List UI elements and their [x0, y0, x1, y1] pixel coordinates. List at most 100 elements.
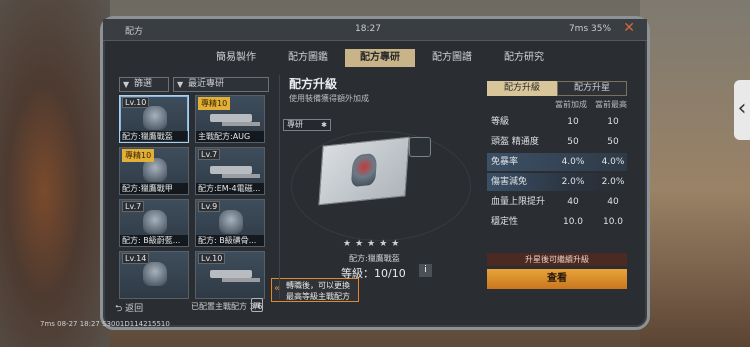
- card-name: 配方:EM-4電磁...: [196, 183, 264, 194]
- tab-recipe-atlas[interactable]: 配方圖譜: [417, 49, 487, 67]
- back-label: 返回: [125, 304, 144, 314]
- filter-label: 篩選: [134, 79, 153, 89]
- stat-label: 穩定性: [491, 217, 519, 227]
- stat-row: 等級 10 10: [487, 113, 627, 131]
- card-level-badge: Lv.7: [122, 201, 145, 212]
- world-background-left: [0, 0, 110, 347]
- recipe-card[interactable]: Lv.7 配方:EM-4電磁...: [195, 147, 265, 195]
- stat-row: 血量上限提升 40 40: [487, 193, 627, 211]
- recipe-card[interactable]: 專精10 配方:獵鷹戰甲: [119, 147, 189, 195]
- stat-max: 4.0%: [601, 157, 625, 167]
- stat-label: 等級: [491, 117, 510, 127]
- tab-simple-craft[interactable]: 簡易製作: [201, 49, 271, 67]
- recipe-card[interactable]: Lv.7 配方: B級蔚藍...: [119, 199, 189, 247]
- armor-icon: [219, 210, 243, 234]
- chevron-down-icon: ▼: [177, 80, 184, 89]
- col-max-header: 當前最高: [595, 100, 627, 109]
- sort-dropdown[interactable]: ▼ 最近專研: [173, 77, 269, 92]
- card-name: 主戰配方:AUG: [196, 131, 264, 142]
- tab-recipe-catalog[interactable]: 配方圖鑑: [273, 49, 343, 67]
- recipe-card[interactable]: Lv.14: [119, 251, 189, 299]
- view-button[interactable]: 查看: [487, 269, 627, 289]
- stat-current: 50: [567, 137, 579, 147]
- item-name: 配方:獵鷹戰盔: [349, 254, 400, 263]
- stat-max: 10.0: [602, 217, 624, 227]
- card-level-badge: 專精10: [122, 149, 155, 162]
- card-level-badge: Lv.10: [122, 97, 150, 108]
- sort-label: 最近專研: [188, 79, 225, 89]
- right-tabs: 配方升級 配方升星: [487, 81, 627, 96]
- status-bar: 配方 18:27 7ms 35% ✕: [103, 19, 647, 41]
- card-name: 配方:獵鷹戰盔: [120, 131, 188, 142]
- card-name: 配方: B級蔚藍...: [120, 235, 188, 246]
- rifle-icon: [210, 114, 252, 122]
- footer-info: 7ms 08-27 18:27 S3001D114215510: [40, 320, 170, 328]
- status-clock: 18:27: [355, 24, 381, 34]
- recipe-card[interactable]: Lv.10 配方:獵鷹戰盔: [119, 95, 189, 143]
- stat-current: 10: [567, 117, 579, 127]
- card-name: 配方: B級磺骨...: [196, 235, 264, 246]
- recipe-card[interactable]: 專精10 主戰配方:AUG: [195, 95, 265, 143]
- col-current-header: 當前加成: [555, 100, 587, 109]
- stat-label: 血量上限提升: [491, 197, 546, 207]
- divider: [279, 75, 280, 299]
- stat-max: 2.0%: [601, 177, 625, 187]
- stat-row: 頭盔 精通度 50 50: [487, 133, 627, 151]
- rifle-icon: [210, 270, 252, 278]
- stat-label: 免暴率: [491, 157, 519, 167]
- world-background-right: [640, 0, 750, 347]
- card-level-badge: Lv.7: [198, 149, 221, 160]
- research-slot[interactable]: 專研 ✱: [283, 119, 331, 131]
- stat-current: 10.0: [562, 217, 584, 227]
- star-rating: ★★★★★: [343, 239, 404, 249]
- stat-current: 40: [567, 197, 579, 207]
- filter-dropdown[interactable]: ▼ 篩選: [119, 77, 169, 92]
- armor-plate-icon[interactable]: [409, 137, 431, 157]
- card-name: 配方:獵鷹戰甲: [120, 183, 188, 194]
- upgrade-title: 配方升級: [289, 77, 338, 91]
- main-tabs: 簡易製作 配方圖鑑 配方專研 配方圖譜 配方研究: [201, 49, 561, 67]
- level-readout: 等級：10/10: [341, 267, 406, 280]
- tab-recipe-study[interactable]: 配方研究: [489, 49, 559, 67]
- card-level-badge: 專精10: [198, 97, 231, 110]
- armor-icon: [143, 262, 167, 286]
- stat-row: 免暴率 4.0% 4.0%: [487, 153, 627, 171]
- info-icon[interactable]: i: [419, 264, 432, 277]
- stat-row: 穩定性 10.0 10.0: [487, 213, 627, 231]
- helmet-icon: [350, 152, 378, 188]
- tip-line-2: 最高等級主戰配方: [286, 292, 350, 301]
- card-level-badge: Lv.9: [198, 201, 221, 212]
- stat-current: 4.0%: [561, 157, 585, 167]
- recipe-card[interactable]: Lv.9 配方: B級磺骨...: [195, 199, 265, 247]
- tip-line-1: 轉職後，可以更換: [286, 281, 350, 290]
- close-icon[interactable]: ✕: [623, 20, 635, 36]
- lock-icon[interactable]: ▤: [251, 298, 263, 312]
- asterisk-icon: ✱: [321, 121, 327, 129]
- helmet-icon: [143, 106, 167, 130]
- recipe-grid: Lv.10 配方:獵鷹戰盔 專精10 主戰配方:AUG 專精10 配方:獵鷹戰甲…: [119, 95, 269, 299]
- back-button[interactable]: ⮌ 返回: [115, 301, 143, 317]
- card-level-badge: Lv.10: [198, 253, 226, 264]
- back-arrow-icon: ⮌: [115, 304, 126, 314]
- tab-recipe-upgrade[interactable]: 配方升級: [487, 81, 557, 96]
- tab-recipe-star[interactable]: 配方升星: [557, 81, 627, 96]
- armor-icon: [143, 210, 167, 234]
- blueprint-image: [318, 136, 410, 206]
- card-level-badge: Lv.14: [122, 253, 150, 264]
- rifle-icon: [210, 166, 252, 174]
- stat-label: 頭盔 精通度: [491, 137, 539, 147]
- recipe-card[interactable]: Lv.10: [195, 251, 265, 299]
- stat-max: 40: [607, 197, 619, 207]
- stat-current: 2.0%: [561, 177, 585, 187]
- recipe-window: 配方 18:27 7ms 35% ✕ 簡易製作 配方圖鑑 配方專研 配方圖譜 配…: [100, 16, 650, 330]
- upgrade-hint: 升星後可繼續升級: [487, 253, 627, 266]
- stat-label: 傷害減免: [491, 177, 528, 187]
- slot-label: 專研: [287, 120, 303, 129]
- transfer-tip: « 轉職後，可以更換 最高等級主戰配方: [271, 278, 359, 302]
- chevron-down-icon: ▼: [123, 80, 130, 89]
- stat-max: 10: [607, 117, 619, 127]
- stat-max: 50: [607, 137, 619, 147]
- tab-recipe-research[interactable]: 配方專研: [345, 49, 415, 67]
- side-expand-icon[interactable]: ‹: [734, 80, 750, 140]
- app-title: 配方: [125, 27, 144, 37]
